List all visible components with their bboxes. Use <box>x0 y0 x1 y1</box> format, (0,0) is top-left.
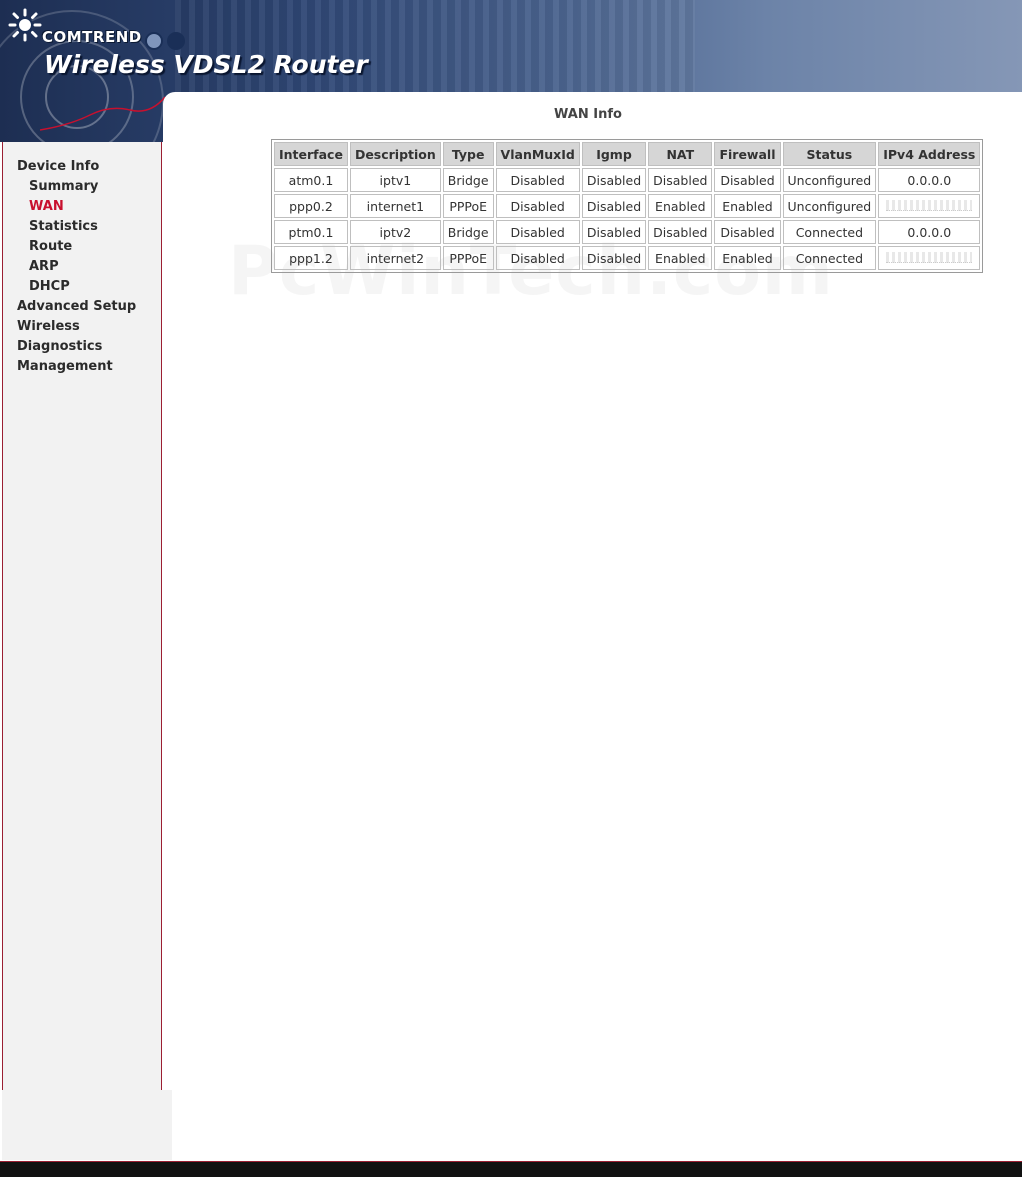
cell-nat: Enabled <box>648 194 713 218</box>
cell-firewall: Disabled <box>714 168 781 192</box>
cell-description: internet1 <box>349 194 441 218</box>
cell-vlanmuxid: Disabled <box>495 194 580 218</box>
sidebar-item-device-info[interactable]: Device Info <box>17 159 99 174</box>
cell-igmp: Disabled <box>581 246 647 270</box>
sidebar-item-management[interactable]: Management <box>17 359 113 374</box>
cell-type: PPPoE <box>442 246 494 270</box>
cell-ipv4-address-redacted <box>878 246 981 270</box>
sidebar-footer <box>2 1090 172 1160</box>
cell-vlanmuxid: Disabled <box>495 246 580 270</box>
sidebar-item-advanced-setup[interactable]: Advanced Setup <box>17 299 136 314</box>
column-header-nat: NAT <box>648 142 713 166</box>
cell-igmp: Disabled <box>581 168 647 192</box>
cell-description: iptv2 <box>349 220 441 244</box>
column-header-status: Status <box>782 142 877 166</box>
column-header-igmp: Igmp <box>581 142 647 166</box>
column-header-ipv4-address: IPv4 Address <box>878 142 981 166</box>
column-header-interface: Interface <box>274 142 348 166</box>
cell-vlanmuxid: Disabled <box>495 168 580 192</box>
cell-type: Bridge <box>442 220 494 244</box>
page-title: WAN Info <box>554 107 622 122</box>
wan-info-table: Interface Description Type VlanMuxId Igm… <box>271 139 984 273</box>
cell-ipv4-address: 0.0.0.0 <box>878 168 981 192</box>
cell-firewall: Enabled <box>714 246 781 270</box>
redacted-ip-scribble <box>886 199 973 211</box>
cell-nat: Enabled <box>648 246 713 270</box>
red-swoosh-decoration <box>40 96 166 131</box>
cell-igmp: Disabled <box>581 194 647 218</box>
sidebar-item-route[interactable]: Route <box>29 239 72 254</box>
sidebar-item-diagnostics[interactable]: Diagnostics <box>17 339 102 354</box>
table-row: ppp1.2 internet2 PPPoE Disabled Disabled… <box>274 246 981 270</box>
cell-nat: Disabled <box>648 168 713 192</box>
sidebar <box>2 142 162 1090</box>
cell-status: Connected <box>782 246 877 270</box>
sidebar-item-summary[interactable]: Summary <box>29 179 98 194</box>
cell-status: Unconfigured <box>782 194 877 218</box>
cell-interface: atm0.1 <box>274 168 348 192</box>
bottom-bar <box>0 1161 1022 1177</box>
cell-nat: Disabled <box>648 220 713 244</box>
cell-firewall: Enabled <box>714 194 781 218</box>
cell-ipv4-address-redacted <box>878 194 981 218</box>
column-header-vlanmuxid: VlanMuxId <box>495 142 580 166</box>
column-header-description: Description <box>349 142 441 166</box>
table-row: ppp0.2 internet1 PPPoE Disabled Disabled… <box>274 194 981 218</box>
sidebar-item-dhcp[interactable]: DHCP <box>29 279 70 294</box>
cell-interface: ptm0.1 <box>274 220 348 244</box>
sidebar-item-statistics[interactable]: Statistics <box>29 219 98 234</box>
sidebar-item-wireless[interactable]: Wireless <box>17 319 80 334</box>
cell-interface: ppp0.2 <box>274 194 348 218</box>
cell-vlanmuxid: Disabled <box>495 220 580 244</box>
table-row: atm0.1 iptv1 Bridge Disabled Disabled Di… <box>274 168 981 192</box>
sun-logo-icon <box>8 8 42 42</box>
cell-description: iptv1 <box>349 168 441 192</box>
sidebar-item-arp[interactable]: ARP <box>29 259 59 274</box>
cell-igmp: Disabled <box>581 220 647 244</box>
sidebar-item-wan[interactable]: WAN <box>29 199 64 214</box>
cell-interface: ppp1.2 <box>274 246 348 270</box>
column-header-firewall: Firewall <box>714 142 781 166</box>
cell-type: PPPoE <box>442 194 494 218</box>
cell-ipv4-address: 0.0.0.0 <box>878 220 981 244</box>
cell-status: Unconfigured <box>782 168 877 192</box>
brand-logo-text: COMTREND <box>42 28 142 46</box>
cell-status: Connected <box>782 220 877 244</box>
product-title: Wireless VDSL2 Router <box>44 50 368 79</box>
column-header-type: Type <box>442 142 494 166</box>
cell-type: Bridge <box>442 168 494 192</box>
cell-description: internet2 <box>349 246 441 270</box>
table-row: ptm0.1 iptv2 Bridge Disabled Disabled Di… <box>274 220 981 244</box>
cell-firewall: Disabled <box>714 220 781 244</box>
table-header-row: Interface Description Type VlanMuxId Igm… <box>274 142 981 166</box>
redacted-ip-scribble <box>886 251 973 263</box>
